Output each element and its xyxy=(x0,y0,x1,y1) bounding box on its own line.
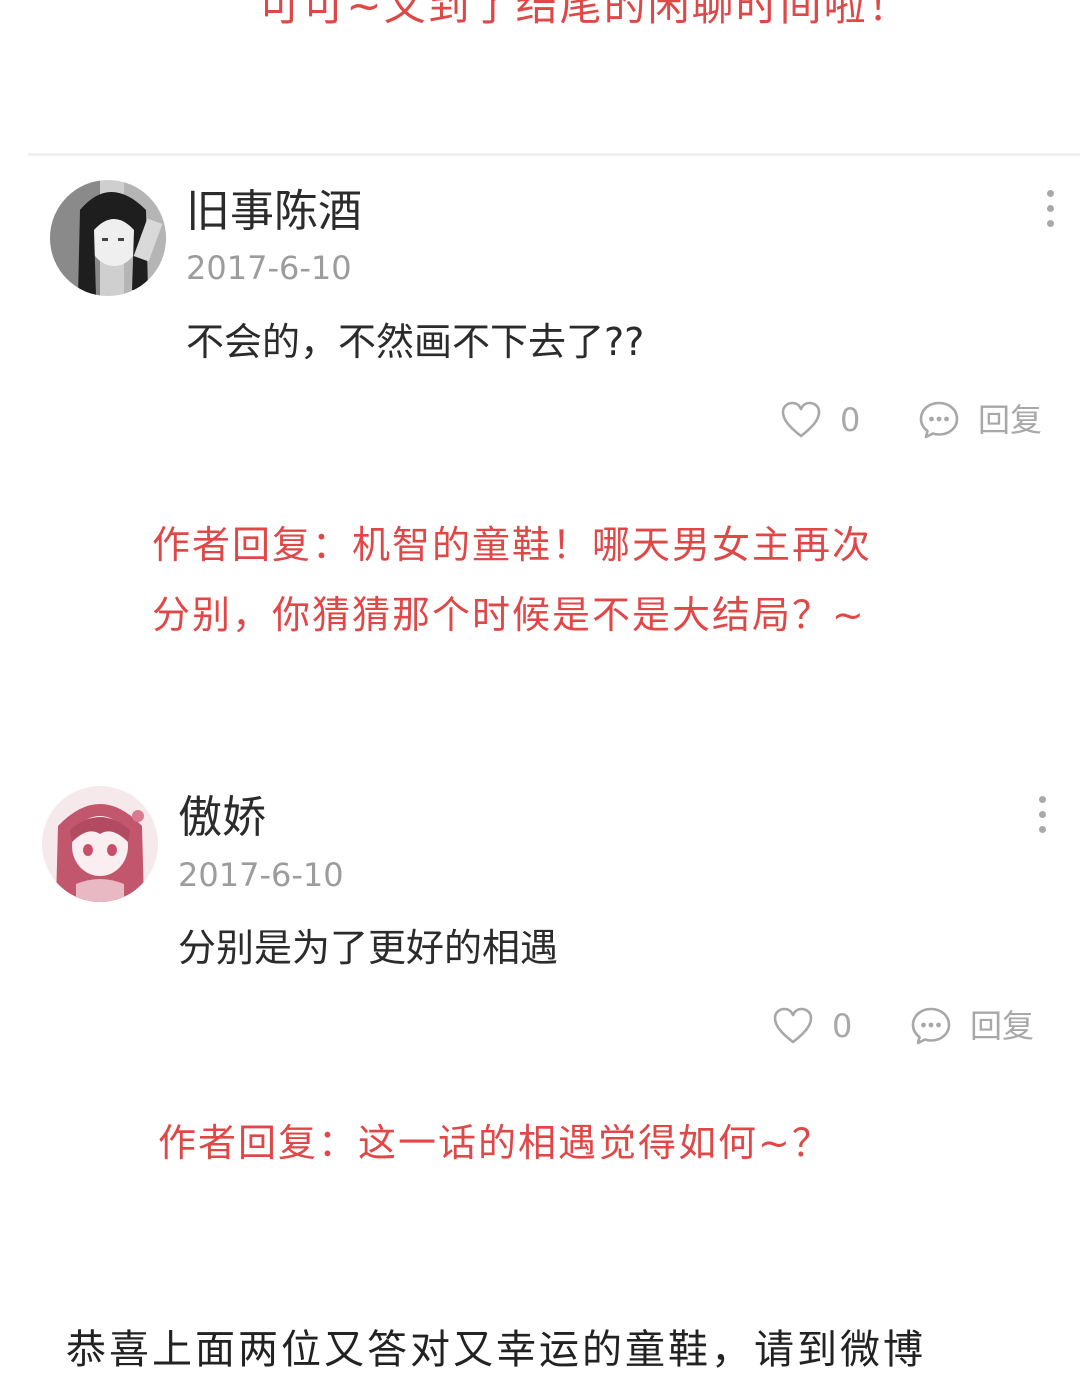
comment-username[interactable]: 傲娇 xyxy=(178,792,266,844)
heart-outline-icon xyxy=(773,1007,813,1044)
divider xyxy=(28,153,1080,156)
comment-text: 不会的，不然画不下去了?? xyxy=(186,320,645,364)
like-button[interactable]: 0 xyxy=(772,1004,852,1048)
more-options-button[interactable] xyxy=(1040,188,1060,232)
reply-label: 回复 xyxy=(978,401,1043,439)
vertical-dots-icon xyxy=(1039,796,1046,803)
heart-outline-icon xyxy=(781,401,821,438)
like-count: 0 xyxy=(832,1007,853,1045)
author-reply-line: 分别，你猜猜那个时候是不是大结局？~ xyxy=(152,593,866,637)
speech-bubble-icon xyxy=(911,1007,951,1045)
comment-date: 2017-6-10 xyxy=(178,856,344,894)
banner-text: 可可~又到了结尾的闲聊时间啦！ xyxy=(258,0,912,30)
author-reply: 作者回复：机智的童鞋！哪天男女主再次 分别，你猜猜那个时候是不是大结局？~ xyxy=(152,510,872,650)
avatar[interactable] xyxy=(50,180,166,296)
avatar-image xyxy=(50,180,166,296)
footer-text: 恭喜上面两位又答对又幸运的童鞋，请到微博 xyxy=(66,1327,926,1373)
speech-bubble-icon xyxy=(919,401,959,439)
reply-label: 回复 xyxy=(970,1007,1035,1045)
comment-username[interactable]: 旧事陈酒 xyxy=(186,186,362,238)
reply-button[interactable]: 回复 xyxy=(910,1004,1034,1048)
avatar[interactable] xyxy=(42,786,158,902)
comment-date: 2017-6-10 xyxy=(186,249,352,287)
vertical-dots-icon xyxy=(1047,190,1054,197)
like-count: 0 xyxy=(840,401,861,439)
reply-button[interactable]: 回复 xyxy=(918,398,1042,442)
more-options-button[interactable] xyxy=(1032,794,1052,838)
like-button[interactable]: 0 xyxy=(780,398,860,442)
author-reply: 作者回复：这一话的相遇觉得如何~？ xyxy=(158,1108,832,1178)
comment-text: 分别是为了更好的相遇 xyxy=(178,926,559,970)
avatar-image xyxy=(42,786,158,902)
author-reply-line: 作者回复：这一话的相遇觉得如何~？ xyxy=(158,1121,832,1165)
author-reply-line: 作者回复：机智的童鞋！哪天男女主再次 xyxy=(152,523,873,567)
